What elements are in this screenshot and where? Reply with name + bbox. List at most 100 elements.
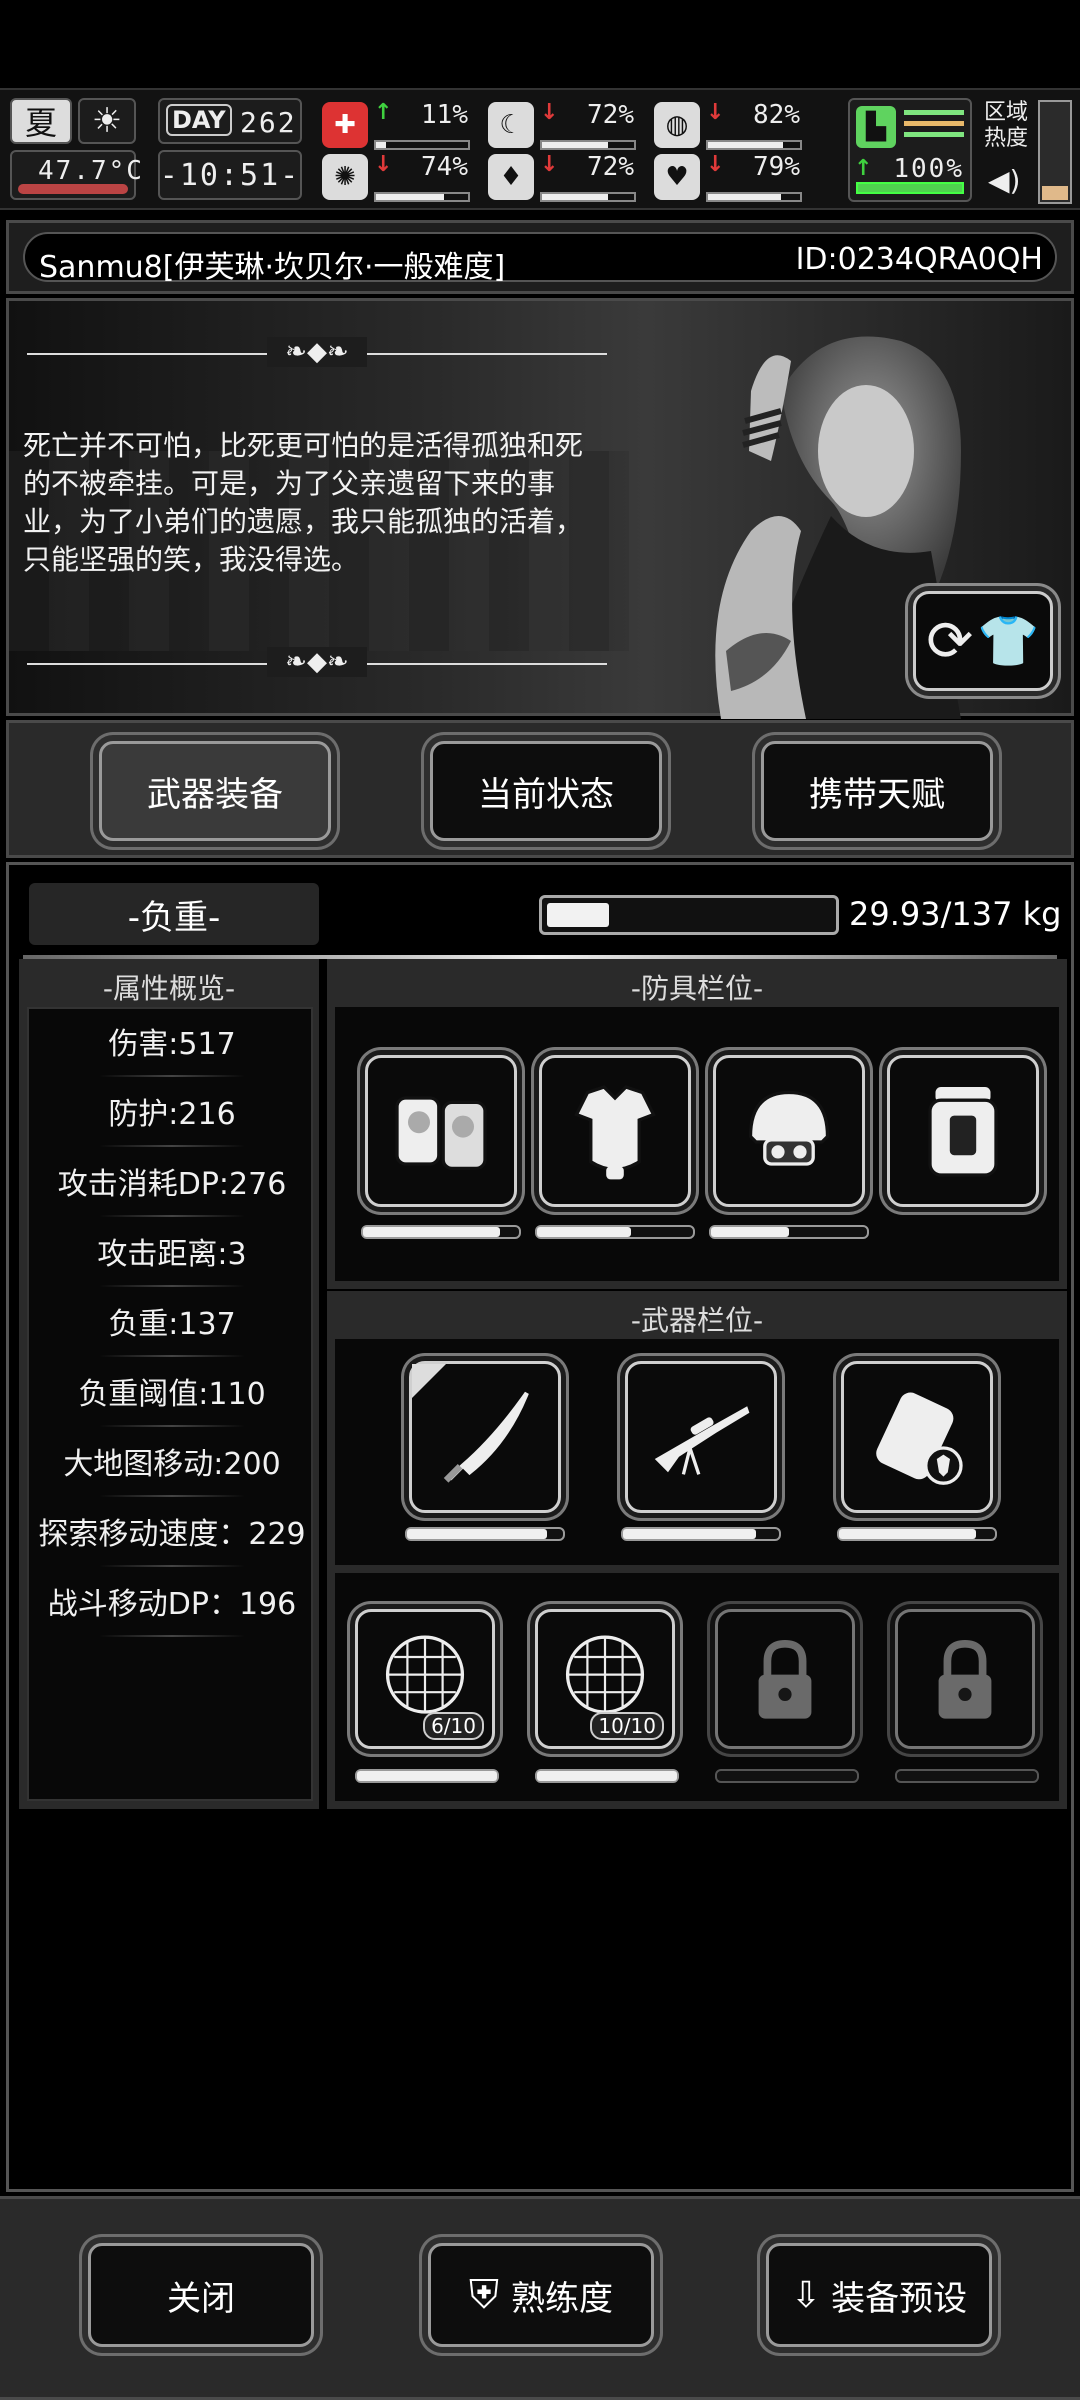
weight-bar xyxy=(539,895,839,935)
trend-arrow: ↓ xyxy=(706,152,725,177)
close-label: 关闭 xyxy=(167,2278,235,2319)
consumable-bar xyxy=(355,1769,499,1783)
armor-slot-backpack[interactable] xyxy=(887,1055,1039,1207)
consumable-slot[interactable]: 10/10 xyxy=(535,1609,675,1749)
medkit-icon: ✚ xyxy=(322,102,368,148)
armor-slot-body[interactable] xyxy=(539,1055,691,1207)
armor-slot-gloves[interactable] xyxy=(365,1055,517,1207)
stamina-arrow: ↑ xyxy=(854,156,873,181)
attributes-panel: -属性概览- 伤害:517 防护:216 攻击消耗DP:276 攻击距离:3 负重:13… xyxy=(19,959,319,1809)
clock-display: -10:51- xyxy=(158,150,302,200)
lock-icon xyxy=(938,1639,992,1719)
stat-value: 74% xyxy=(421,152,468,182)
stat-bar xyxy=(540,192,636,202)
character-banner: ❧◆❧ ❧◆❧ 死亡并不可怕，比死更可怕的是活得孤独和死的不被牵挂。可是，为了父… xyxy=(6,298,1074,719)
outfit-swap-icon: ⟳ xyxy=(926,608,974,674)
lock-icon xyxy=(758,1639,812,1719)
weight-text: 29.93/137 kg xyxy=(849,895,1062,933)
stamina-bar xyxy=(856,182,964,194)
trend-arrow: ↓ xyxy=(374,152,393,177)
zone-heat-panel: 区域 热度 ◀) xyxy=(982,100,1074,204)
weapons-section: -武器栏位- xyxy=(327,1291,1067,1591)
melee-tag-icon xyxy=(412,1364,446,1398)
close-button[interactable]: 关闭 xyxy=(88,2243,314,2347)
consumable-slots: 6/10 10/10 xyxy=(335,1573,1059,1801)
vital-stat: ♦ ↓ 72% xyxy=(488,152,638,204)
speaker-icon[interactable]: ◀) xyxy=(988,164,1020,197)
stamina-bars xyxy=(904,110,964,144)
consumables-section: 6/10 10/10 xyxy=(327,1565,1067,1809)
trend-arrow: ↓ xyxy=(540,152,559,177)
vital-stat: ✺ ↓ 74% xyxy=(322,152,472,204)
stat-value: 72% xyxy=(587,100,634,130)
weapon-slot-rifle[interactable] xyxy=(625,1361,777,1513)
thermometer-icon xyxy=(18,184,128,194)
attribute-item: 探索移动速度：229 xyxy=(29,1509,315,1567)
stat-value: 11% xyxy=(421,100,468,130)
armor-slot-helmet[interactable] xyxy=(713,1055,865,1207)
attribute-item: 伤害:517 xyxy=(29,1019,315,1077)
player-name: Sanmu8[伊芙琳·坎贝尔·一般难度] xyxy=(39,250,506,285)
change-outfit-button[interactable]: ⟳ 👕 xyxy=(913,591,1053,691)
character-quote: 死亡并不可怕，比死更可怕的是活得孤独和死的不被牵挂。可是，为了父亲遗留下来的事业… xyxy=(23,429,584,576)
weight-title-box: -负重- xyxy=(29,883,319,945)
vital-stat: ✚ ↑ 11% xyxy=(322,100,472,152)
weight-title: -负重- xyxy=(127,897,221,938)
helmet-icon xyxy=(748,1090,830,1166)
weapons-title: -武器栏位- xyxy=(630,1304,764,1337)
status-hud: 夏 ☀ 47.7°C DAY 262 -10:51- ✚ ↑ 11% ☾ ↓ 72% ◍ ↓ 8… xyxy=(0,88,1080,210)
trend-arrow: ↓ xyxy=(540,100,559,125)
stamina-display: ▙ ↑ 100% xyxy=(848,98,972,202)
attribute-item: 大地图移动:200 xyxy=(29,1439,315,1497)
tab-status-label: 当前状态 xyxy=(478,774,614,815)
gloves-icon xyxy=(395,1096,487,1171)
attribute-item: 攻击距离:3 xyxy=(29,1229,315,1287)
stat-value: 72% xyxy=(587,152,634,182)
ornament-icon: ❧◆❧ xyxy=(267,647,367,677)
consumable-bar xyxy=(715,1769,859,1783)
body-armor-icon xyxy=(574,1085,656,1180)
proficiency-button[interactable]: ⛨ 熟练度 xyxy=(428,2243,654,2347)
boot-icon: ▙ xyxy=(856,106,896,148)
attribute-item: 负重阈值:110 xyxy=(29,1369,315,1427)
season-label: 夏 xyxy=(24,104,57,142)
sniper-rifle-icon xyxy=(654,1406,750,1475)
weapon-slot-melee[interactable] xyxy=(409,1361,561,1513)
weight-bar-fill xyxy=(547,903,610,927)
clock-time: -10:51- xyxy=(159,157,301,193)
tab-status[interactable]: 当前状态 xyxy=(430,741,662,841)
zone-heat-meter xyxy=(1038,100,1072,204)
katana-icon xyxy=(443,1391,529,1483)
armor-plate-icon xyxy=(876,1392,963,1485)
player-id: ID:0234QRA0QH xyxy=(795,242,1043,277)
weapon-slot-shield[interactable] xyxy=(841,1361,993,1513)
zone-heat-label: 区域 热度 xyxy=(984,100,1029,151)
equipment-preset-button[interactable]: ⇩ 装备预设 xyxy=(766,2243,992,2347)
proficiency-icon: ⛨ xyxy=(469,2272,499,2318)
attribute-item: 防护:216 xyxy=(29,1089,315,1147)
weapon-durability-bar xyxy=(405,1527,565,1541)
tab-weapons[interactable]: 武器装备 xyxy=(99,741,331,841)
preset-label: 装备预设 xyxy=(831,2278,968,2319)
tab-talents[interactable]: 携带天赋 xyxy=(761,741,993,841)
attributes-list: 伤害:517 防护:216 攻击消耗DP:276 攻击距离:3 负重:137 负重阈值:1… xyxy=(27,1007,313,1801)
armor-durability-bar xyxy=(535,1225,695,1239)
day-display: DAY 262 xyxy=(158,98,302,144)
consumable-slot[interactable]: 6/10 xyxy=(355,1609,495,1749)
equipment-panel: -负重- 29.93/137 kg -属性概览- 伤害:517 防护:216 攻击消… xyxy=(6,862,1074,2192)
tab-talents-label: 携带天赋 xyxy=(809,774,945,815)
day-number: 262 xyxy=(240,106,297,139)
profile-inner: Sanmu8[伊芙琳·坎贝尔·一般难度] ID:0234QRA0QH xyxy=(23,232,1057,285)
armor-section: -防具栏位- xyxy=(327,959,1067,1289)
temperature-display: 47.7°C xyxy=(10,150,142,200)
weapon-durability-bar xyxy=(837,1527,997,1541)
tab-bar: 武器装备 当前状态 携带天赋 xyxy=(6,720,1074,858)
temperature-value: 47.7°C xyxy=(38,156,144,186)
stat-bar xyxy=(706,140,802,150)
armor-slots xyxy=(335,1007,1059,1281)
profile-bar: Sanmu8[伊芙琳·坎贝尔·一般难度] ID:0234QRA0QH xyxy=(6,220,1074,294)
water-drop-icon: ♦ xyxy=(488,154,534,200)
shirt-icon: 👕 xyxy=(977,611,1040,670)
stamina-value: 100% xyxy=(893,154,964,184)
attribute-item: 攻击消耗DP:276 xyxy=(29,1159,315,1217)
